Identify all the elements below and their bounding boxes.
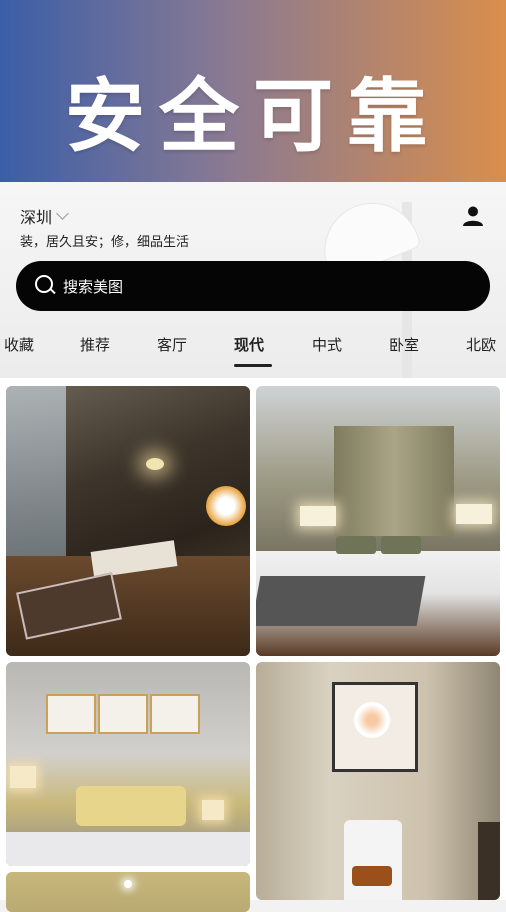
active-tab-indicator [234,364,272,367]
city-selector[interactable]: 深圳 [20,204,69,228]
search-placeholder: 搜索美图 [63,277,124,296]
tab-chinese-style[interactable]: 中式 [312,334,342,355]
header-area: 深圳 装，居久且安；修，细品生活 搜索美图 收藏 推荐 客厅 现代 中式 卧室 … [0,182,506,378]
bed-decoration [6,832,250,866]
gallery-grid [0,378,506,912]
ceiling-light-decoration [124,880,132,888]
cushions-decoration [76,786,186,826]
tab-living-room[interactable]: 客厅 [157,334,187,355]
flowers-decoration [206,486,246,526]
gallery-item[interactable] [6,662,250,866]
gallery-item[interactable] [6,872,250,912]
tab-modern[interactable]: 现代 [234,334,264,355]
bedside-lamp-decoration [202,800,224,820]
tab-recommended[interactable]: 推荐 [80,334,110,355]
gallery-item[interactable] [256,386,500,656]
gallery-item[interactable] [6,386,250,656]
lamp-light-decoration [146,458,164,470]
hero-title: 安全可靠 [65,70,441,163]
toilet-decoration [344,820,402,900]
chevron-down-icon [56,207,69,220]
towel-decoration [352,866,392,886]
pillow-decoration [381,536,421,554]
flower-painting-decoration [354,702,390,738]
user-icon[interactable] [462,206,484,226]
wall-frame-decoration [150,694,200,734]
bedside-lamp-decoration [300,506,336,526]
wall-frame-decoration [46,694,96,734]
tagline: 装，居久且安；修，细品生活 [20,235,190,250]
cabinet-decoration [478,822,500,900]
bedside-lamp-decoration [456,504,492,524]
tab-nordic[interactable]: 北欧 [466,334,496,355]
bed-runner-decoration [256,576,426,626]
search-icon [35,275,57,297]
tab-favorites[interactable]: 收藏 [4,334,34,355]
tab-bedroom[interactable]: 卧室 [389,334,419,355]
hero-banner: 安全可靠 [0,0,506,182]
city-label: 深圳 [20,208,53,227]
category-tabs: 收藏 推荐 客厅 现代 中式 卧室 北欧 [0,334,506,374]
bedside-lamp-decoration [10,766,36,788]
search-bar[interactable]: 搜索美图 [16,261,490,311]
pillow-decoration [336,536,376,554]
gallery-item[interactable] [256,662,500,900]
wall-frame-decoration [98,694,148,734]
headboard-panel-decoration [334,426,454,536]
